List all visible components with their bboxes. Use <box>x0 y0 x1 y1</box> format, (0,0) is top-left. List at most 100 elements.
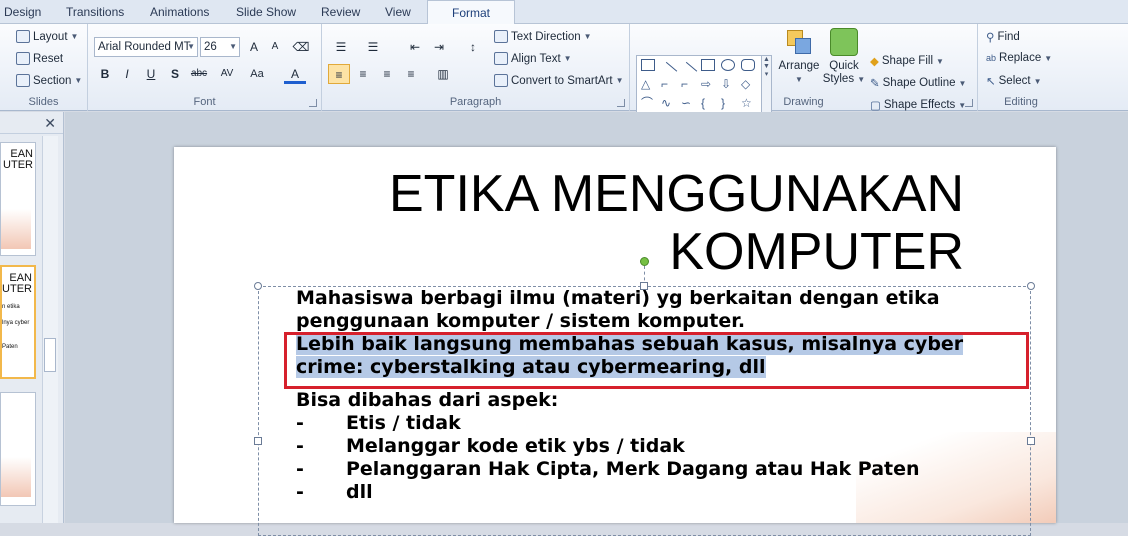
slides-pane: ✕ EAN UTER EAN UTER n etika lnya cyber Paten <box>0 112 64 523</box>
find-button[interactable]: ⚲ Find <box>986 30 1020 44</box>
quick-styles-button[interactable]: Quick Styles ▼ <box>822 28 866 86</box>
down-arrow-icon[interactable]: ⇩ <box>721 78 735 90</box>
gallery-more-icon[interactable]: ▲ ▼ ▾ <box>761 56 771 116</box>
columns-button[interactable]: ▥ <box>432 64 454 84</box>
smartart-icon <box>494 74 508 87</box>
center-button[interactable]: ≡ <box>352 64 374 84</box>
resize-handle-right[interactable] <box>1027 437 1035 445</box>
tab-view[interactable]: View <box>385 5 411 19</box>
change-case-button[interactable]: Aa <box>246 64 268 84</box>
star-icon[interactable]: ☆ <box>741 97 755 109</box>
tab-transitions[interactable]: Transitions <box>66 5 124 19</box>
shape-outline-button[interactable]: ✎ Shape Outline ▼ <box>870 76 966 90</box>
align-text-button[interactable]: Align Text ▼ <box>494 52 572 65</box>
text-box-selection[interactable] <box>258 286 1031 536</box>
select-button[interactable]: ↖ Select ▼ <box>986 74 1042 88</box>
layout-button[interactable]: Layout ▼ <box>16 30 78 43</box>
text-shadow-icon: S <box>170 67 179 81</box>
shrink-font-button[interactable]: A <box>264 37 286 57</box>
paragraph-dialog-launcher[interactable] <box>617 99 625 107</box>
curve-icon[interactable]: ∿ <box>661 97 675 109</box>
align-right-icon: ≡ <box>383 67 391 81</box>
brace-icon[interactable]: { <box>701 97 715 109</box>
tab-format[interactable]: Format <box>427 0 516 25</box>
rectangle-icon[interactable] <box>701 59 715 71</box>
arc-icon[interactable]: ⌒ <box>641 97 655 109</box>
rounded-rectangle-icon[interactable] <box>741 59 755 71</box>
reset-icon <box>16 52 30 65</box>
replace-icon: ab <box>986 53 997 63</box>
resize-handle-left[interactable] <box>254 437 262 445</box>
oval-icon[interactable] <box>721 59 735 71</box>
elbow-connector-icon[interactable]: ⌐ <box>661 78 675 90</box>
section-icon <box>16 74 30 87</box>
binoculars-icon: ⚲ <box>986 32 995 44</box>
scrollbar-thumb[interactable] <box>44 338 56 372</box>
align-left-button[interactable]: ≡ <box>328 64 350 84</box>
shape-effects-button[interactable]: ▢ Shape Effects ▼ <box>870 98 966 112</box>
arrange-button[interactable]: Arrange ▼ <box>776 28 822 86</box>
font-dialog-launcher[interactable] <box>309 99 317 107</box>
replace-button[interactable]: ab Replace ▼ <box>986 52 1052 64</box>
slide-title[interactable]: ETIKA MENGGUNAKAN KOMPUTER <box>389 165 964 281</box>
slide-thumbnail-2[interactable]: EAN UTER n etika lnya cyber Paten <box>0 265 36 379</box>
slide-thumbnail-1[interactable]: EAN UTER <box>0 142 36 256</box>
text-shadow-button[interactable]: S <box>164 64 186 84</box>
connector-icon[interactable]: ⌐ <box>681 78 695 90</box>
section-button[interactable]: Section ▼ <box>16 74 82 87</box>
paint-bucket-icon: ◆ <box>870 56 879 68</box>
triangle-icon[interactable]: △ <box>641 78 655 90</box>
font-color-button[interactable]: A <box>284 64 306 84</box>
decrease-indent-button[interactable]: ⇤ <box>404 37 426 57</box>
slides-pane-scrollbar[interactable] <box>42 136 58 523</box>
resize-handle-top[interactable] <box>640 282 648 290</box>
convert-smartart-button[interactable]: Convert to SmartArt ▼ <box>494 74 624 87</box>
justify-icon: ≡ <box>407 67 415 81</box>
ribbon-tabs: Design Transitions Animations Slide Show… <box>0 0 1128 25</box>
character-spacing-button[interactable]: AV <box>216 64 238 84</box>
pane-header: ✕ <box>0 112 63 134</box>
flowchart-icon[interactable]: ◇ <box>741 78 755 90</box>
slide-thumbnail-3[interactable] <box>0 392 36 506</box>
close-icon[interactable]: ✕ <box>44 115 56 132</box>
font-size-combo[interactable]: 26 ▼ <box>200 37 240 57</box>
strikethrough-button[interactable]: abc <box>188 64 210 84</box>
tab-design[interactable]: Design <box>4 5 41 19</box>
tab-review[interactable]: Review <box>321 5 360 19</box>
bold-icon: B <box>100 67 110 81</box>
resize-handle-top-right[interactable] <box>1027 282 1035 290</box>
chevron-down-icon: ▼ <box>583 32 592 41</box>
line-spacing-button[interactable]: ↕ <box>462 37 484 57</box>
chevron-down-icon: ▼ <box>1044 53 1053 63</box>
font-name-combo[interactable]: Arial Rounded MT ▼ <box>94 37 198 57</box>
clear-formatting-icon: ⌫ <box>292 40 310 54</box>
tab-animations[interactable]: Animations <box>150 5 209 19</box>
clear-formatting-button[interactable]: ⌫ <box>290 37 312 57</box>
chevron-down-icon: ▼ <box>1033 76 1042 86</box>
bullets-button[interactable]: ☰ <box>330 37 352 57</box>
align-right-button[interactable]: ≡ <box>376 64 398 84</box>
rotation-handle[interactable] <box>640 257 649 266</box>
numbering-button[interactable]: ☰ <box>362 37 384 57</box>
chevron-down-icon: ▼ <box>229 42 237 51</box>
grow-font-button[interactable]: A <box>243 37 265 57</box>
increase-indent-button[interactable]: ⇥ <box>428 37 450 57</box>
reset-button[interactable]: Reset <box>16 52 63 65</box>
freeform-icon[interactable]: ∽ <box>681 97 695 109</box>
text-direction-button[interactable]: Text Direction ▼ <box>494 30 592 43</box>
resize-handle-top-left[interactable] <box>254 282 262 290</box>
justify-button[interactable]: ≡ <box>400 64 422 84</box>
tab-slide-show[interactable]: Slide Show <box>236 5 296 19</box>
increase-indent-icon: ⇥ <box>433 40 445 54</box>
text-direction-icon <box>494 30 508 43</box>
bold-button[interactable]: B <box>94 64 116 84</box>
thumb-body: n etika lnya cyber Paten <box>2 304 30 350</box>
shape-fill-button[interactable]: ◆ Shape Fill ▼ <box>870 54 944 68</box>
right-arrow-icon[interactable]: ⇨ <box>701 78 715 90</box>
italic-button[interactable]: I <box>116 64 138 84</box>
brace-right-icon[interactable]: } <box>721 97 735 109</box>
underline-button[interactable]: U <box>140 64 162 84</box>
shapes-gallery[interactable]: △ ⌐ ⌐ ⇨ ⇩ ◇ ⌒ ∿ ∽ { } ☆ ▲ ▼ ▾ <box>636 55 772 117</box>
align-left-icon: ≡ <box>335 68 343 82</box>
text-box-icon[interactable] <box>641 59 655 71</box>
